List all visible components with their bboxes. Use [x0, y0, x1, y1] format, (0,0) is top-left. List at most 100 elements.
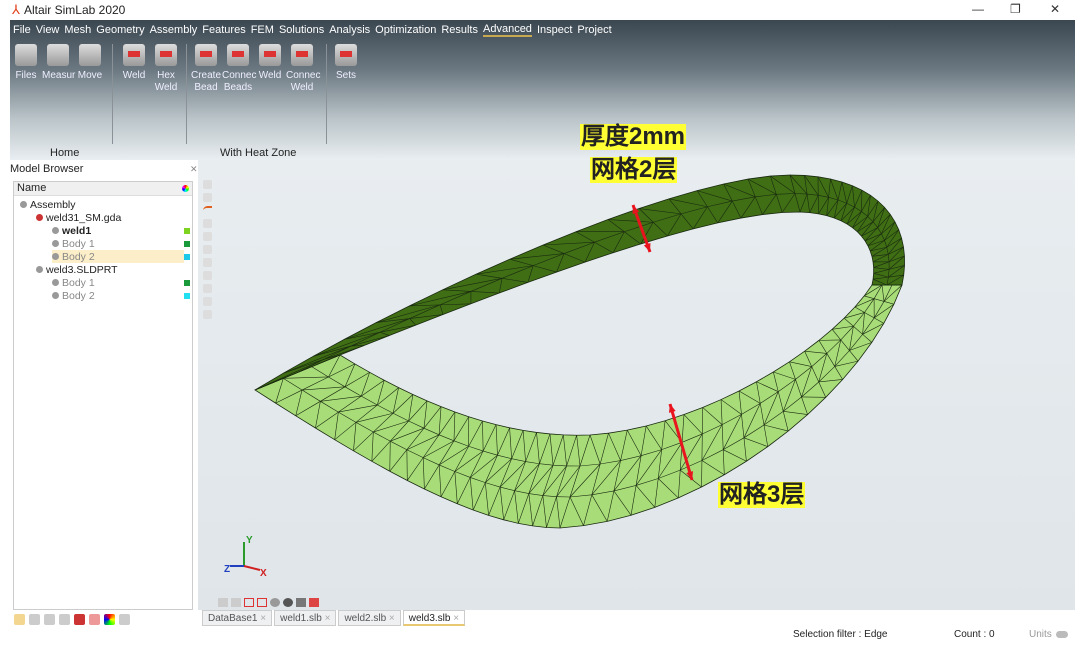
count-readout: Count : 0	[954, 629, 995, 640]
thickness-annotation: 厚度2mm	[580, 123, 687, 150]
doc-tab[interactable]: weld1.slb ×	[274, 610, 337, 626]
tree-item[interactable]: weld31_SM.gda	[36, 211, 121, 224]
column-header: Name	[14, 182, 192, 196]
tree-item-label: Body 1	[62, 276, 95, 289]
color-swatch[interactable]	[184, 228, 190, 234]
files-button[interactable]: Files	[10, 44, 42, 82]
tool-label: Connec Weld	[286, 70, 321, 93]
menu-project[interactable]: Project	[577, 24, 611, 36]
menu-features[interactable]: Features	[202, 24, 245, 36]
body-icon	[52, 240, 59, 247]
tool-label: Create Bead	[190, 70, 221, 93]
tree-item-label: weld3.SLDPRT	[46, 263, 118, 276]
tree-item-label: Body 2	[62, 250, 95, 263]
group-label-heat-zone: With Heat Zone	[220, 147, 297, 159]
bottom-layers-annotation: 网格3层	[718, 481, 806, 508]
close-tab-icon[interactable]: ×	[322, 613, 331, 624]
model-browser: Name Assembly weld31_SM.gda weld1 Body 1 Bod…	[13, 181, 193, 610]
close-button[interactable]: ✕	[1050, 2, 1060, 16]
sets-icon	[335, 44, 357, 66]
tree-item-label: Body 2	[62, 289, 95, 302]
menu-optimization[interactable]: Optimization	[375, 24, 436, 36]
create-bead-button[interactable]: Create Bead	[190, 44, 222, 94]
tool-label: Weld	[258, 70, 282, 81]
group-label-home: Home	[50, 147, 80, 159]
color-swatch[interactable]	[184, 241, 190, 247]
menu-inspect[interactable]: Inspect	[537, 24, 572, 36]
color-swatch[interactable]	[184, 293, 190, 299]
weld-mesh-model[interactable]	[198, 160, 1075, 610]
tree-item-label: weld1	[62, 224, 92, 237]
measure-button[interactable]: Measur	[42, 44, 76, 82]
connect-weld-icon	[291, 44, 313, 66]
doc-tab[interactable]: weld3.slb ×	[402, 610, 466, 626]
tree-item[interactable]: Body 2	[52, 289, 95, 302]
ribbon: File View Mesh Geometry Assembly Features FEM S…	[10, 20, 1075, 160]
selection-filter[interactable]: Selection filter : Edge	[793, 629, 888, 640]
altair-logo-icon: ⅄	[12, 2, 20, 17]
move-icon	[79, 44, 101, 66]
color-wheel-icon[interactable]	[182, 185, 189, 192]
create-bead-icon	[195, 44, 217, 66]
connect-weld-button[interactable]: Connec Weld	[286, 44, 321, 94]
units-toggle[interactable]	[1056, 631, 1068, 638]
menu-fem[interactable]: FEM	[251, 24, 274, 36]
connect-beads-icon	[227, 44, 249, 66]
app-title: Altair SimLab 2020	[23, 3, 126, 17]
title-bar: ⅄ Altair SimLab 2020 — ❐ ✕	[0, 0, 1080, 20]
body-icon	[52, 279, 59, 286]
close-tab-icon[interactable]: ×	[257, 613, 266, 624]
top-layers-annotation: 网格2层	[590, 156, 678, 183]
vertical-toolbar	[203, 180, 217, 323]
assembly-icon	[36, 214, 43, 221]
weld-button[interactable]: Weld	[118, 44, 150, 94]
weld-icon	[123, 44, 145, 66]
axis-x-label: X	[260, 568, 267, 579]
tree-item-label: Body 1	[62, 237, 95, 250]
menu-solutions[interactable]: Solutions	[279, 24, 324, 36]
doc-tab[interactable]: DataBase1 ×	[202, 610, 273, 626]
status-bar: Selection filter : Edge Count : 0 Units	[0, 626, 1080, 646]
restore-button[interactable]: ❐	[1010, 2, 1021, 16]
minimize-button[interactable]: —	[972, 2, 984, 16]
move-button[interactable]: Move	[74, 44, 106, 82]
tool-label: Sets	[335, 70, 356, 81]
tree-item[interactable]: weld1	[52, 224, 91, 237]
menu-file[interactable]: File	[13, 24, 31, 36]
tool-label: Files	[15, 70, 37, 81]
tool-label: Connec Beads	[222, 70, 257, 93]
menu-assembly[interactable]: Assembly	[150, 24, 198, 36]
menu-bar: File View Mesh Geometry Assembly Features FEM S…	[10, 20, 1075, 40]
tree-item[interactable]: Body 1	[52, 276, 95, 289]
menu-mesh[interactable]: Mesh	[64, 24, 91, 36]
doc-tab[interactable]: weld2.slb ×	[338, 610, 401, 626]
menu-results[interactable]: Results	[441, 24, 478, 36]
document-tabs: DataBase1 × weld1.slb × weld2.slb × weld3.s…	[202, 610, 467, 626]
close-tab-icon[interactable]: ×	[386, 613, 395, 624]
graphics-viewport[interactable]	[198, 160, 1075, 610]
body-icon	[52, 227, 59, 234]
body-icon	[52, 292, 59, 299]
menu-analysis[interactable]: Analysis	[329, 24, 370, 36]
close-tab-icon[interactable]: ×	[450, 613, 459, 624]
tree-item-label: Assembly	[30, 198, 76, 211]
tool-label: Hex Weld	[154, 70, 178, 93]
tree-item[interactable]: Body 1	[52, 237, 95, 250]
body-icon	[52, 253, 59, 260]
sets-button[interactable]: Sets	[330, 44, 362, 82]
tree-item-label: weld31_SM.gda	[46, 211, 122, 224]
tree-item[interactable]: Assembly	[20, 198, 76, 211]
tree-item[interactable]: Body 2	[52, 250, 184, 263]
hex-weld-button[interactable]: Hex Weld	[150, 44, 182, 94]
close-icon[interactable]: ✕	[190, 164, 198, 175]
tool-label: Measur	[42, 70, 76, 81]
menu-geometry[interactable]: Geometry	[96, 24, 144, 36]
color-swatch[interactable]	[184, 280, 190, 286]
menu-advanced[interactable]: Advanced	[483, 23, 532, 37]
weld-heat-button[interactable]: Weld	[254, 44, 286, 94]
menu-view[interactable]: View	[36, 24, 60, 36]
axis-z-label: Z	[224, 564, 230, 575]
color-swatch[interactable]	[184, 254, 190, 260]
connect-beads-button[interactable]: Connec Beads	[222, 44, 257, 94]
tree-item[interactable]: weld3.SLDPRT	[36, 263, 118, 276]
